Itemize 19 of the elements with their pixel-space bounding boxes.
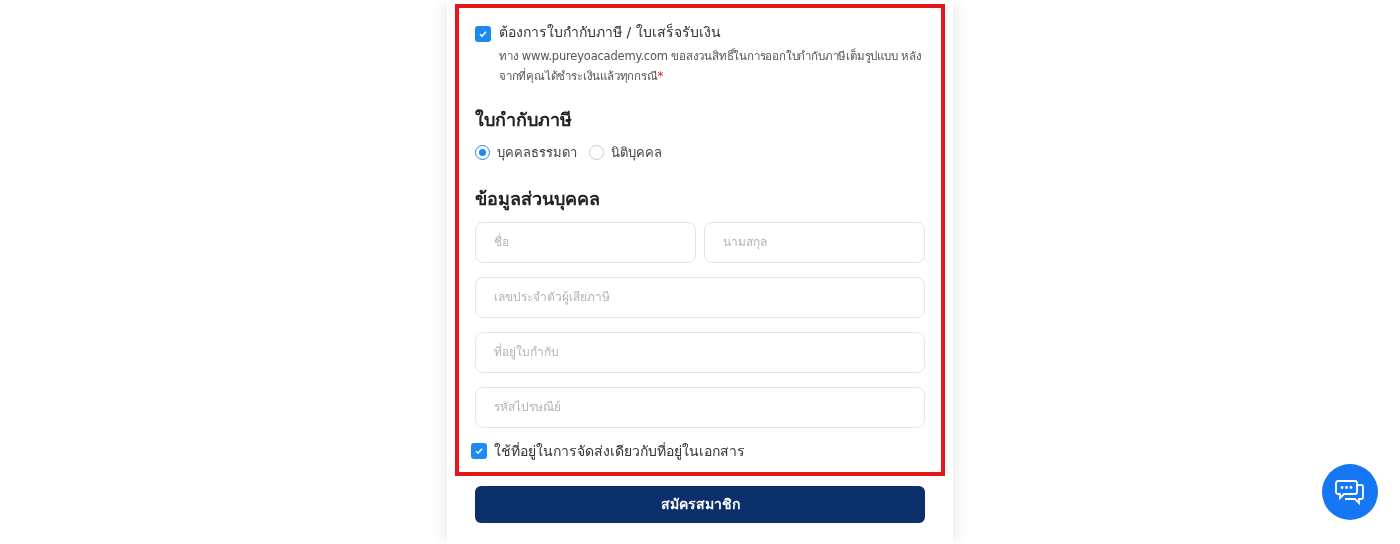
text-field[interactable]: ที่อยู่ใบกำกับ <box>475 331 925 373</box>
check-icon <box>474 446 484 456</box>
text-field[interactable]: รหัสไปรษณีย์ <box>475 386 925 428</box>
checkbox-label: ใช้ที่อยู่ในการจัดส่งเดียวกับที่อยู่ในเอกสาร <box>494 441 745 462</box>
section-title: ใบกำกับภาษี <box>475 108 573 132</box>
section-title: ข้อมูลส่วนบุคคล <box>475 186 601 212</box>
checkbox[interactable] <box>471 443 487 459</box>
check-icon <box>478 29 488 39</box>
notice-text: ทาง www.pureyoacademy.com ขอสงวนสิทธิ์ในการออกใบกำกับภาษีเต็มรูปแบบ หลังจากที่คุณได้ชำระเงินแล้วทุกกรณี* <box>499 47 923 85</box>
chat-bubbles-icon <box>1335 479 1365 505</box>
radio-option[interactable]: บุคคลธรรมดา <box>475 143 577 163</box>
text-field[interactable]: นามสกุล <box>704 221 925 263</box>
chat-button[interactable] <box>1322 464 1378 520</box>
text-field[interactable]: ชื่อ <box>475 221 696 263</box>
submit-button[interactable]: สมัครสมาชิก <box>475 485 925 523</box>
checkbox-label: ต้องการใบกำกับภาษี / ใบเสร็จรับเงิน <box>499 22 722 42</box>
radio-option[interactable]: นิติบุคคล <box>589 143 662 163</box>
checkbox[interactable] <box>475 26 491 42</box>
text-field[interactable]: เลขประจำตัวผู้เสียภาษี <box>475 276 925 318</box>
